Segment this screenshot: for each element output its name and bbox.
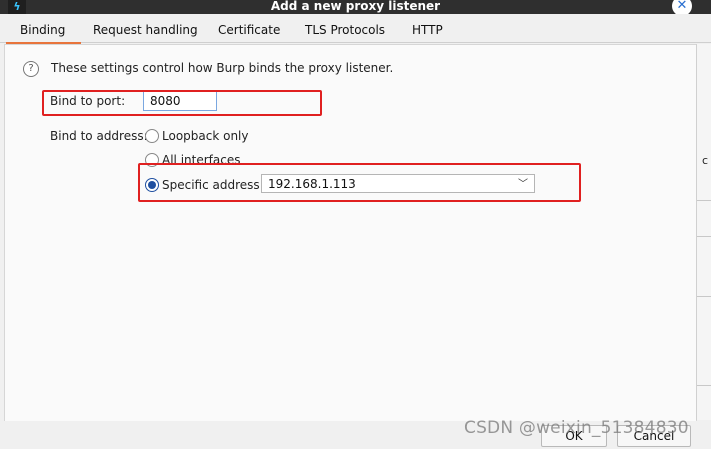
tab-binding[interactable]: Binding bbox=[5, 23, 82, 44]
bind-address-label: Bind to address: bbox=[50, 129, 148, 143]
title-bar: ϟ Add a new proxy listener ✕ bbox=[0, 0, 711, 16]
tab-bar: Binding Request handling Certificate TLS… bbox=[0, 14, 711, 44]
background-divider bbox=[697, 236, 711, 237]
radio-loopback-only[interactable] bbox=[145, 129, 159, 143]
tab-certificate[interactable]: Certificate bbox=[218, 23, 280, 37]
tab-http[interactable]: HTTP bbox=[412, 23, 443, 37]
csdn-watermark: CSDN @weixin_51384830 bbox=[464, 418, 689, 438]
address-highlight-box bbox=[138, 163, 581, 202]
binding-description: These settings control how Burp binds th… bbox=[51, 61, 394, 75]
background-window-edge bbox=[696, 44, 711, 420]
tab-tls-protocols[interactable]: TLS Protocols bbox=[305, 23, 385, 37]
loopback-only-label: Loopback only bbox=[162, 129, 249, 143]
background-divider bbox=[697, 385, 711, 386]
dialog-title: Add a new proxy listener bbox=[270, 0, 441, 13]
background-divider bbox=[697, 296, 711, 297]
help-icon[interactable]: ? bbox=[23, 61, 39, 77]
port-highlight-box bbox=[42, 90, 322, 116]
tab-request-handling[interactable]: Request handling bbox=[93, 23, 198, 37]
background-divider bbox=[697, 200, 711, 201]
proxy-listener-dialog: ϟ Add a new proxy listener ✕ Binding Req… bbox=[0, 0, 711, 449]
binding-panel: ? These settings control how Burp binds … bbox=[4, 44, 697, 422]
background-partial-text: c bbox=[702, 154, 709, 167]
